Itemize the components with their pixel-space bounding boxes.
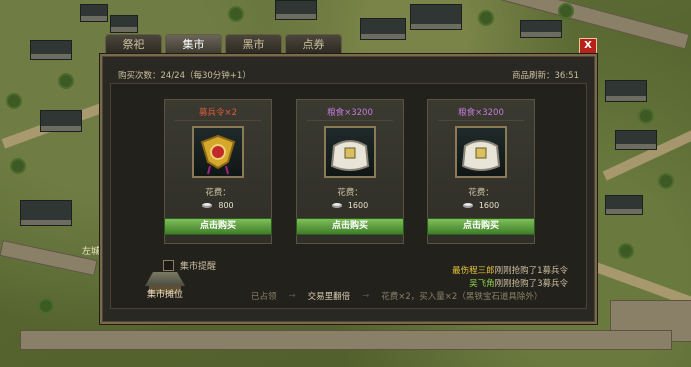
- purchase-log: 最伤程三郎刚刚抢购了1募兵令 吴飞角刚刚抢购了3募兵令: [452, 265, 568, 291]
- checkbox[interactable]: [163, 260, 174, 271]
- market-reminder-toggle[interactable]: 集市提醒: [163, 259, 216, 272]
- grain-sack-icon: [324, 126, 376, 178]
- goods-title: 粮食×3200: [307, 106, 393, 121]
- goods-card: 募兵令×2 花费： 800 点击购买: [164, 99, 272, 244]
- silver-icon: [462, 203, 473, 208]
- silver-icon: [331, 203, 342, 208]
- tab-bar: 祭祀 集市 黑市 点券: [105, 34, 342, 54]
- status-steps: 已占领 → 交易里翻倍 → 花费×2，买入量×2（黑铁宝石道具除外）: [251, 289, 581, 303]
- tab-black-market[interactable]: 黑市: [225, 34, 282, 53]
- goods-title: 募兵令×2: [175, 106, 261, 121]
- log-entry: 最伤程三郎刚刚抢购了1募兵令: [452, 265, 568, 278]
- step-trade-double: 交易里翻倍: [307, 292, 351, 302]
- tab-market[interactable]: 集市: [165, 34, 222, 54]
- tab-vouchers[interactable]: 点券: [285, 34, 342, 53]
- purchase-count: 购买次数：24/24（每30分钟+1）: [118, 71, 251, 81]
- player-name: 最伤程三郎: [452, 266, 495, 276]
- cost-label: 花费：: [468, 188, 494, 198]
- refresh-timer: 商品刷新：36:51: [512, 71, 579, 81]
- tab-sacrifice[interactable]: 祭祀: [105, 34, 162, 53]
- goods-area: 募兵令×2 花费： 800 点击购买 粮食×3200 花费： 1600 点击购买…: [110, 83, 587, 309]
- map-city-label: 左城: [82, 247, 101, 257]
- cost-label: 花费：: [337, 188, 363, 198]
- step-effect: 花费×2，买入量×2（黑铁宝石道具除外）: [381, 292, 543, 302]
- market-panel: 购买次数：24/24（每30分钟+1） 商品刷新：36:51 募兵令×2 花费：…: [100, 54, 597, 324]
- price-row: 800: [165, 201, 271, 210]
- log-text: 刚刚抢购了1募兵令: [494, 266, 568, 276]
- buy-button[interactable]: 点击购买: [427, 218, 535, 235]
- goods-card: 粮食×3200 花费： 1600 点击购买: [296, 99, 404, 244]
- golden-ornament-icon: [192, 126, 244, 178]
- goods-title: 粮食×3200: [438, 106, 524, 121]
- player-name: 吴飞角: [469, 279, 495, 289]
- arrow-icon: →: [362, 291, 370, 301]
- cost-label: 花费：: [205, 188, 231, 198]
- stall-label: 集市摊位: [147, 290, 184, 300]
- arrow-icon: →: [288, 291, 296, 301]
- goods-card: 粮食×3200 花费： 1600 点击购买: [427, 99, 535, 244]
- grain-sack-icon: [455, 126, 507, 178]
- market-reminder-label: 集市提醒: [180, 262, 217, 272]
- price-row: 1600: [297, 201, 403, 210]
- price-row: 1600: [428, 201, 534, 210]
- step-occupied: 已占领: [251, 292, 277, 302]
- silver-icon: [202, 203, 213, 208]
- price: 800: [218, 201, 234, 210]
- price: 1600: [478, 201, 500, 210]
- buy-button[interactable]: 点击购买: [296, 218, 404, 235]
- log-text: 刚刚抢购了3募兵令: [494, 279, 568, 289]
- price: 1600: [347, 201, 369, 210]
- buy-button[interactable]: 点击购买: [164, 218, 272, 235]
- close-button[interactable]: X: [579, 38, 597, 54]
